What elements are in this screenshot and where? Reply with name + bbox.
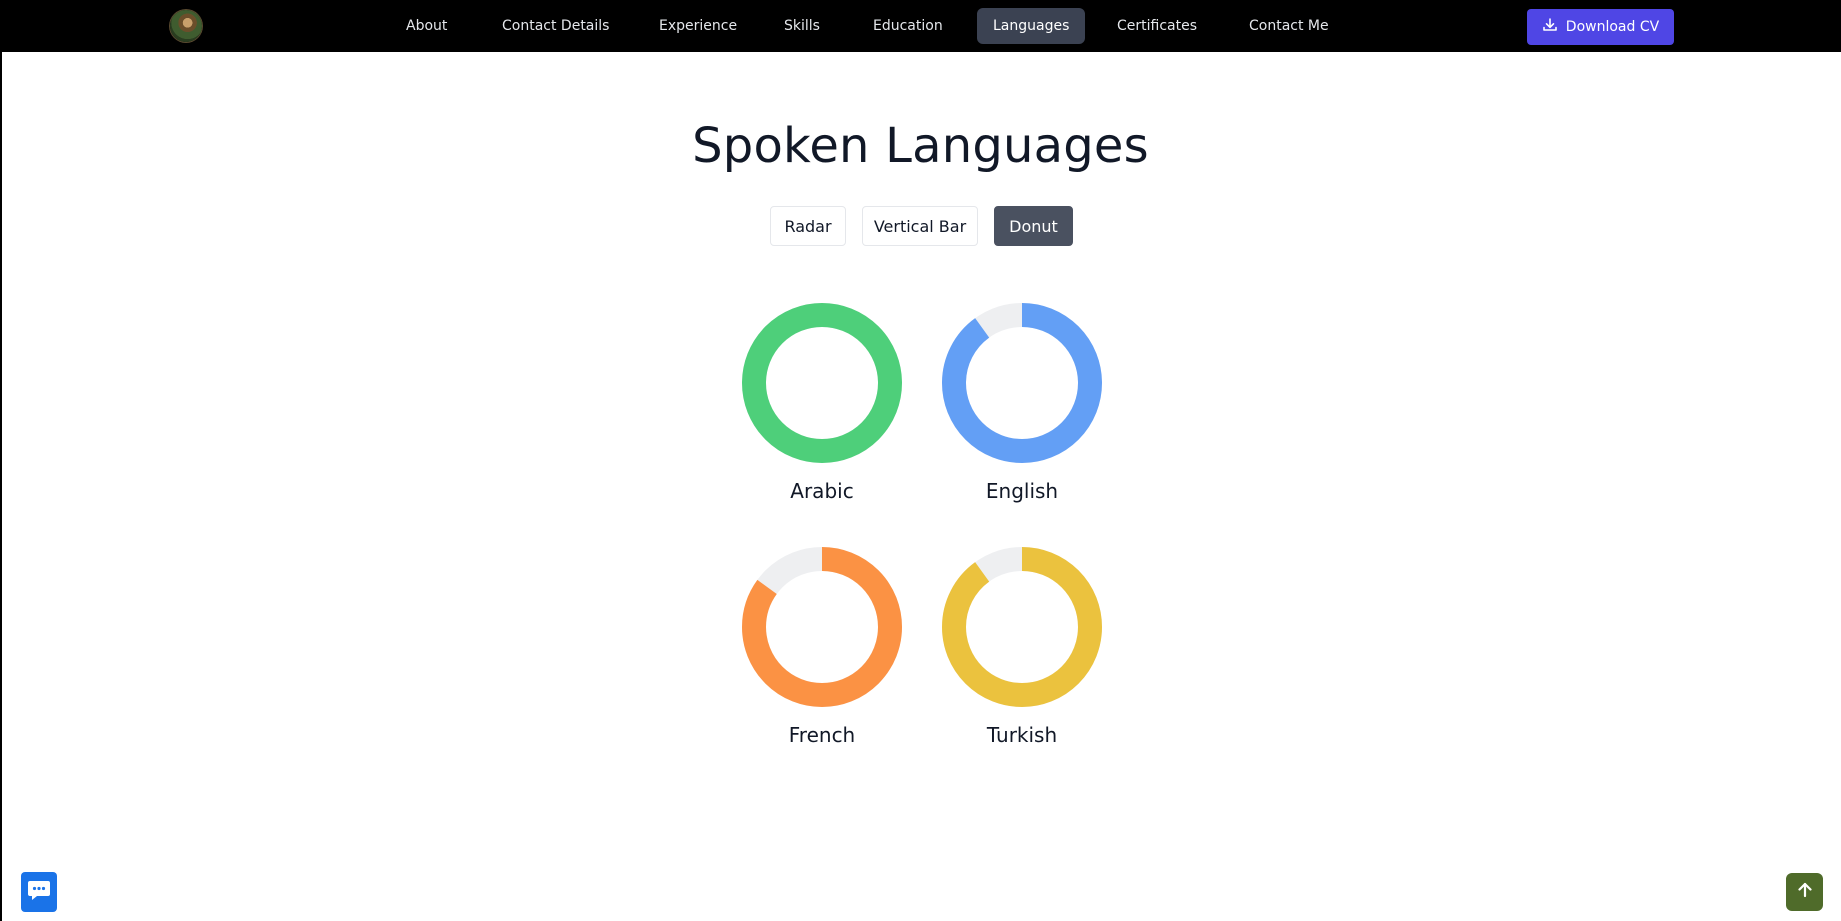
donut-toggle-button[interactable]: Donut (994, 206, 1073, 246)
donut-label-arabic: Arabic (790, 479, 854, 503)
vertical-bar-toggle-button[interactable]: Vertical Bar (862, 206, 978, 246)
nav-link-certificates[interactable]: Certificates (1101, 8, 1213, 44)
donut-chart-french (742, 547, 902, 707)
donut-arabic: Arabic (732, 301, 912, 503)
donut-arc-english (942, 303, 1102, 463)
chat-button[interactable] (21, 872, 57, 912)
download-cv-label: Download CV (1565, 19, 1660, 35)
nav-link-contact-details[interactable]: Contact Details (486, 8, 625, 44)
donut-english: English (932, 301, 1112, 503)
nav-link-contact-me[interactable]: Contact Me (1233, 8, 1345, 44)
scroll-to-top-button[interactable] (1786, 873, 1823, 911)
arrow-up-icon (1796, 881, 1814, 903)
donut-chart-turkish (942, 547, 1102, 707)
donut-label-english: English (985, 479, 1059, 503)
nav-link-skills[interactable]: Skills (768, 8, 836, 44)
donut-turkish: Turkish (932, 545, 1112, 747)
nav-link-experience[interactable]: Experience (643, 8, 753, 44)
nav-link-languages[interactable]: Languages (977, 8, 1086, 44)
donut-chart-english (942, 303, 1102, 463)
donut-chart-arabic (742, 303, 902, 463)
download-cv-button[interactable]: Download CV (1527, 9, 1674, 45)
top-navbar: About Contact Details Experience Skills … (0, 0, 1841, 52)
donut-label-turkish: Turkish (986, 723, 1058, 747)
donut-arc-arabic (742, 303, 902, 463)
page-title: Spoken Languages (692, 118, 1149, 174)
download-icon (1542, 17, 1558, 37)
nav-link-about[interactable]: About (390, 8, 463, 44)
nav-link-education[interactable]: Education (857, 8, 959, 44)
donut-label-french: French (788, 723, 856, 747)
donut-arc-turkish (942, 547, 1102, 707)
donut-french: French (732, 545, 912, 747)
radar-toggle-button[interactable]: Radar (770, 206, 846, 246)
chat-icon (27, 879, 51, 905)
avatar[interactable] (170, 10, 202, 42)
